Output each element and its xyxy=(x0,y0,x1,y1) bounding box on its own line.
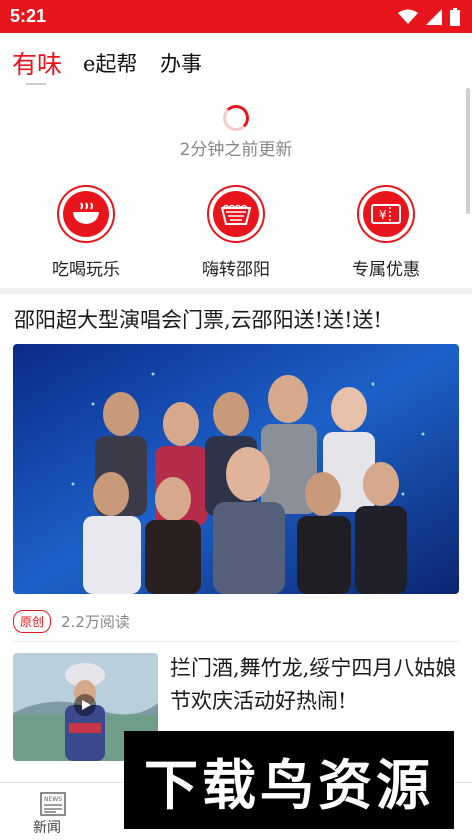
news-icon: NEWS xyxy=(40,792,66,816)
signal-icon xyxy=(426,9,442,25)
headline-title[interactable]: 邵阳超大型演唱会门票,云邵阳送!送!送! xyxy=(14,304,464,334)
read-count: 2.2万阅读 xyxy=(61,612,130,631)
quick-entry-tour[interactable]: 嗨转邵阳 xyxy=(176,180,296,280)
battery-icon xyxy=(450,8,460,26)
watermark-text: 下载鸟资源 xyxy=(144,753,434,817)
quick-entry-offer[interactable]: ¥ 专属优惠 xyxy=(326,180,446,280)
quick-entry-food[interactable]: 吃喝玩乐 xyxy=(26,180,146,280)
quick-entry-label: 专属优惠 xyxy=(352,260,420,280)
refresh-status: 2分钟之前更新 xyxy=(179,140,293,160)
ticket-icon: ¥ xyxy=(363,191,409,237)
quick-entry-label: 嗨转邵阳 xyxy=(202,260,270,280)
basket-icon xyxy=(213,191,259,237)
article-title[interactable]: 拦门酒,舞竹龙,绥宁四月八姑娘节欢庆活动好热闹! xyxy=(170,652,460,718)
tab-indicator xyxy=(26,83,46,85)
top-tabs: 有味 e起帮 办事 xyxy=(0,33,472,93)
tab-banshi[interactable]: 办事 xyxy=(160,48,202,78)
svg-text:NEWS: NEWS xyxy=(44,796,62,803)
refresh-area: 2分钟之前更新 xyxy=(0,95,472,165)
quick-entry-label: 吃喝玩乐 xyxy=(52,260,120,280)
svg-text:¥: ¥ xyxy=(379,208,387,222)
status-time: 5:21 xyxy=(10,6,47,26)
bowl-icon xyxy=(63,191,109,237)
watermark: 下载鸟资源 xyxy=(124,731,454,829)
nav-item-news[interactable]: NEWS 新闻 xyxy=(7,783,87,840)
section-divider xyxy=(0,288,472,294)
status-icons xyxy=(398,8,460,26)
headline-meta: 原创 2.2万阅读 xyxy=(13,609,130,633)
wifi-icon xyxy=(398,9,418,24)
tab-eqibang[interactable]: e起帮 xyxy=(83,48,137,78)
tab-youwei[interactable]: 有味 xyxy=(12,45,62,81)
status-bar: 5:21 xyxy=(0,0,472,33)
loading-spinner-icon xyxy=(223,105,249,131)
quick-entries: 吃喝玩乐 嗨转邵阳 ¥ 专属优惠 xyxy=(0,180,472,288)
article-divider xyxy=(13,641,459,642)
original-tag: 原创 xyxy=(13,609,52,633)
headline-image[interactable] xyxy=(13,344,459,594)
nav-label: 新闻 xyxy=(33,820,61,836)
